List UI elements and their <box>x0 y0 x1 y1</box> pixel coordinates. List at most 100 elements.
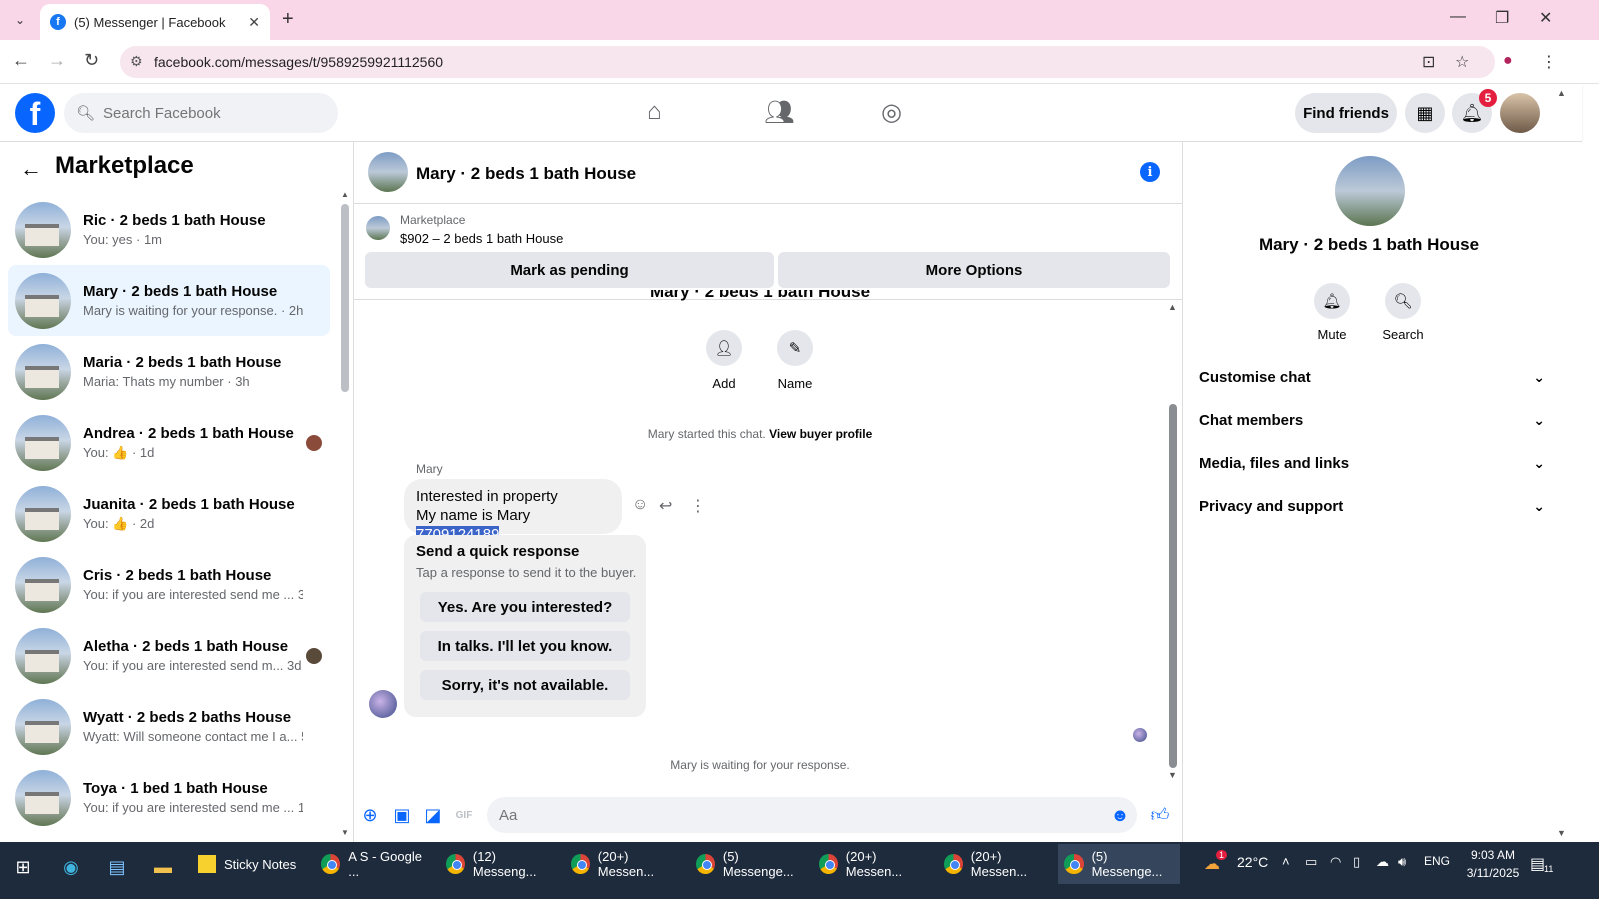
file-explorer-icon[interactable]: ▬ <box>150 854 176 880</box>
conversation-item-active[interactable]: Mary · 2 beds 1 bath House Mary is waitin… <box>8 265 330 336</box>
gif-icon[interactable]: GIF <box>453 804 475 826</box>
task-view-icon[interactable]: ▤ <box>104 854 130 880</box>
window-close-icon[interactable]: ✕ <box>1539 8 1552 28</box>
taskbar-app[interactable]: (20+) Messen... <box>813 844 931 884</box>
privacy-support-row[interactable]: Privacy and support ⌄ <box>1199 486 1545 526</box>
site-settings-icon[interactable]: ⚙ <box>130 53 143 70</box>
scroll-up-arrow-icon[interactable]: ▲ <box>1168 302 1177 312</box>
react-emoji-icon[interactable]: ☺ <box>632 496 648 514</box>
home-icon[interactable]: ⌂ <box>647 98 662 126</box>
minimize-icon[interactable]: — <box>1450 8 1466 26</box>
listing-thumbnail[interactable] <box>366 216 390 240</box>
facebook-logo-icon[interactable]: f <box>15 93 55 133</box>
mute-action[interactable]: 🔔︎ Mute <box>1302 283 1362 342</box>
onedrive-icon[interactable]: ☁ <box>1376 854 1389 870</box>
info-icon[interactable]: i <box>1140 162 1160 182</box>
menu-grid-icon[interactable]: ▦ <box>1405 93 1445 133</box>
more-dots-icon[interactable]: ⋮ <box>690 496 706 516</box>
browser-tab-active[interactable]: f (5) Messenger | Facebook ✕ <box>40 4 270 40</box>
clock-date[interactable]: 3/11/2025 <box>1463 866 1523 880</box>
back-arrow-icon[interactable]: ← <box>20 156 42 182</box>
add-action[interactable]: 👤︎ Add <box>694 330 754 391</box>
taskbar-app[interactable]: (20+) Messen... <box>938 844 1056 884</box>
photo-icon[interactable]: ▣ <box>391 804 413 826</box>
plus-circle-icon[interactable]: ⊕ <box>359 804 381 826</box>
scroll-down-arrow-icon[interactable]: ▼ <box>1168 770 1177 780</box>
scroll-up-arrow-icon[interactable]: ▲ <box>341 190 349 199</box>
volume-icon[interactable]: 🔊︎ <box>1398 854 1406 870</box>
find-friends-button[interactable]: Find friends <box>1295 93 1397 133</box>
account-avatar[interactable] <box>1500 93 1540 133</box>
windows-start-icon[interactable]: ⊞ <box>10 854 36 880</box>
quick-reply-button[interactable]: Sorry, it's not available. <box>420 670 630 700</box>
temperature[interactable]: 22°C <box>1237 854 1268 870</box>
language-indicator[interactable]: ENG <box>1424 854 1450 868</box>
quick-reply-button[interactable]: Yes. Are you interested? <box>420 592 630 622</box>
facebook-search[interactable]: 🔍︎ <box>64 93 338 133</box>
new-tab-plus-icon[interactable]: + <box>282 8 294 31</box>
chat-members-row[interactable]: Chat members ⌄ <box>1199 400 1545 440</box>
chrome-icon <box>696 854 715 874</box>
scroll-down-arrow-icon[interactable]: ▼ <box>1557 828 1566 838</box>
message-input[interactable] <box>487 797 1137 833</box>
sender-avatar[interactable] <box>369 690 397 718</box>
listing-avatar <box>15 627 71 684</box>
conversation-item[interactable]: Cris · 2 beds 1 bath House You: if you ar… <box>8 549 330 620</box>
profile-icon[interactable]: ● <box>1503 52 1513 70</box>
thumbs-up-icon[interactable]: 👍︎ <box>1149 804 1171 826</box>
taskbar-sticky-notes[interactable]: Sticky Notes <box>192 844 308 884</box>
clock-time[interactable]: 9:03 AM <box>1463 848 1523 862</box>
back-arrow-icon[interactable]: ← <box>12 50 30 71</box>
taskbar-app[interactable]: (5) Messenge... <box>690 844 808 884</box>
tab-search-chevron-icon[interactable]: ⌄ <box>8 8 32 32</box>
taskbar-app[interactable]: (20+) Messen... <box>565 844 683 884</box>
conversation-item[interactable]: Ric · 2 beds 1 bath House You: yes · 1m <box>8 194 330 265</box>
conversation-item[interactable]: Andrea · 2 beds 1 bath House You: 👍 · 1d <box>8 407 330 478</box>
meet-icon[interactable]: ▭ <box>1305 854 1317 870</box>
forward-arrow-icon[interactable]: → <box>48 50 66 71</box>
listing-price[interactable]: $902 – 2 beds 1 bath House <box>400 231 563 246</box>
url-bar[interactable]: ⚙ facebook.com/messages/t/95892599211125… <box>120 46 1495 78</box>
restore-icon[interactable]: ❐ <box>1495 8 1509 28</box>
reload-icon[interactable]: ↻ <box>84 50 99 71</box>
conversation-item[interactable]: Toya · 1 bed 1 bath House You: if you are… <box>8 762 330 833</box>
browser-menu-icon[interactable]: ⋮ <box>1541 52 1557 72</box>
message-bubble[interactable]: Interested in property My name is Mary 7… <box>404 479 622 543</box>
conversation-item[interactable]: Maria · 2 beds 1 bath House Maria: Thats … <box>8 336 330 407</box>
customise-chat-row[interactable]: Customise chat ⌄ <box>1199 357 1545 397</box>
scroll-up-arrow-icon[interactable]: ▲ <box>1557 88 1566 98</box>
conversation-item[interactable]: Wyatt · 2 beds 2 baths House Wyatt: Will … <box>8 691 330 762</box>
chat-title[interactable]: Mary · 2 beds 1 bath House <box>416 164 636 184</box>
quick-reply-button[interactable]: In talks. I'll let you know. <box>420 631 630 661</box>
taskbar-app-active[interactable]: (5) Messenge... <box>1058 844 1180 884</box>
media-files-row[interactable]: Media, files and links ⌄ <box>1199 443 1545 483</box>
conversation-item[interactable]: Aletha · 2 beds 1 bath House You: if you … <box>8 620 330 691</box>
reply-icon[interactable]: ↩ <box>659 496 672 516</box>
name-action[interactable]: ✎ Name <box>765 330 825 391</box>
taskbar-app[interactable]: A S - Google ... <box>315 844 433 884</box>
chat-large-avatar[interactable] <box>1335 156 1405 226</box>
facebook-search-input[interactable] <box>103 104 324 122</box>
chat-avatar[interactable] <box>368 152 408 192</box>
sticker-icon[interactable]: ◪ <box>422 804 444 826</box>
bookmark-star-icon[interactable]: ☆ <box>1455 52 1469 72</box>
search-action[interactable]: 🔍︎ Search <box>1373 283 1433 342</box>
friends-icon[interactable]: 👥︎ <box>764 98 794 127</box>
edge-icon[interactable]: ◉ <box>58 854 84 880</box>
conversation-item[interactable]: Juanita · 2 beds 1 bath House You: 👍 · 2d <box>8 478 330 549</box>
mark-as-pending-button[interactable]: Mark as pending <box>365 252 774 288</box>
sidebar-scrollbar[interactable] <box>341 204 349 392</box>
tab-close-icon[interactable]: ✕ <box>248 14 260 31</box>
battery-icon[interactable]: ▯ <box>1353 854 1360 870</box>
install-app-icon[interactable]: ⊡ <box>1422 52 1435 72</box>
notification-center-icon[interactable]: ▤ <box>1530 854 1545 874</box>
groups-icon[interactable]: ◎ <box>881 98 902 127</box>
taskbar-app[interactable]: (12) Messeng... <box>440 844 558 884</box>
tray-chevron-icon[interactable]: ˄ <box>1282 854 1290 869</box>
scroll-down-arrow-icon[interactable]: ▼ <box>341 828 349 837</box>
view-buyer-profile-link[interactable]: View buyer profile <box>769 427 872 441</box>
wifi-icon[interactable]: ◠ <box>1330 854 1341 870</box>
more-options-button[interactable]: More Options <box>778 252 1170 288</box>
chat-scrollbar[interactable] <box>1169 404 1177 768</box>
emoji-icon[interactable]: ☻ <box>1109 804 1131 826</box>
